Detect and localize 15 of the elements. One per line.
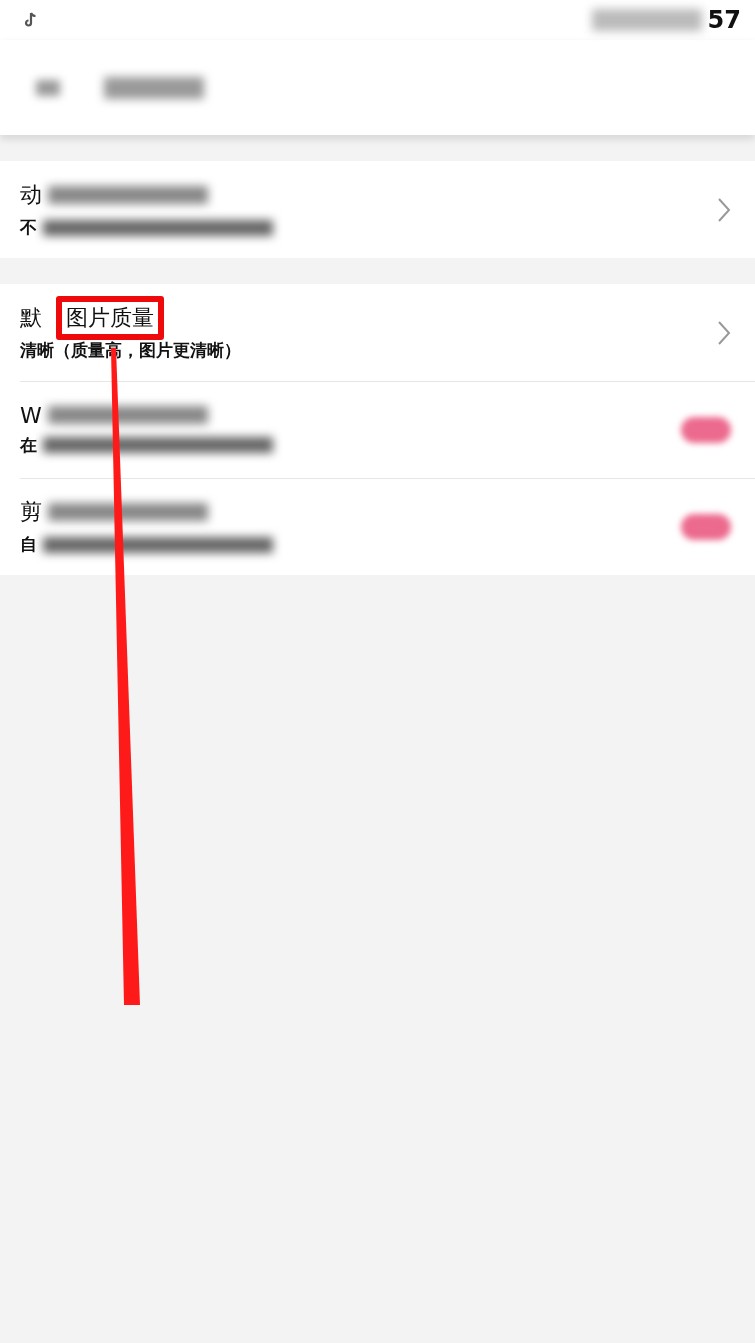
- chevron-icon[interactable]: [717, 319, 731, 346]
- setting-title: W: [20, 402, 42, 428]
- highlighted-label: 图片质量: [56, 296, 164, 340]
- setting-title: 剪: [20, 498, 42, 526]
- toggle-switch[interactable]: [681, 416, 731, 443]
- setting-title: 默: [20, 304, 42, 332]
- setting-title: 动: [20, 181, 42, 209]
- chevron-icon[interactable]: [717, 196, 731, 223]
- setting-value: 自: [20, 533, 37, 556]
- app-icon: [24, 12, 38, 28]
- toggle-switch[interactable]: [681, 513, 731, 540]
- back-icon: [36, 79, 60, 96]
- status-time: 57: [707, 6, 741, 34]
- setting-value: 不: [20, 216, 37, 239]
- setting-value: 在: [20, 433, 37, 457]
